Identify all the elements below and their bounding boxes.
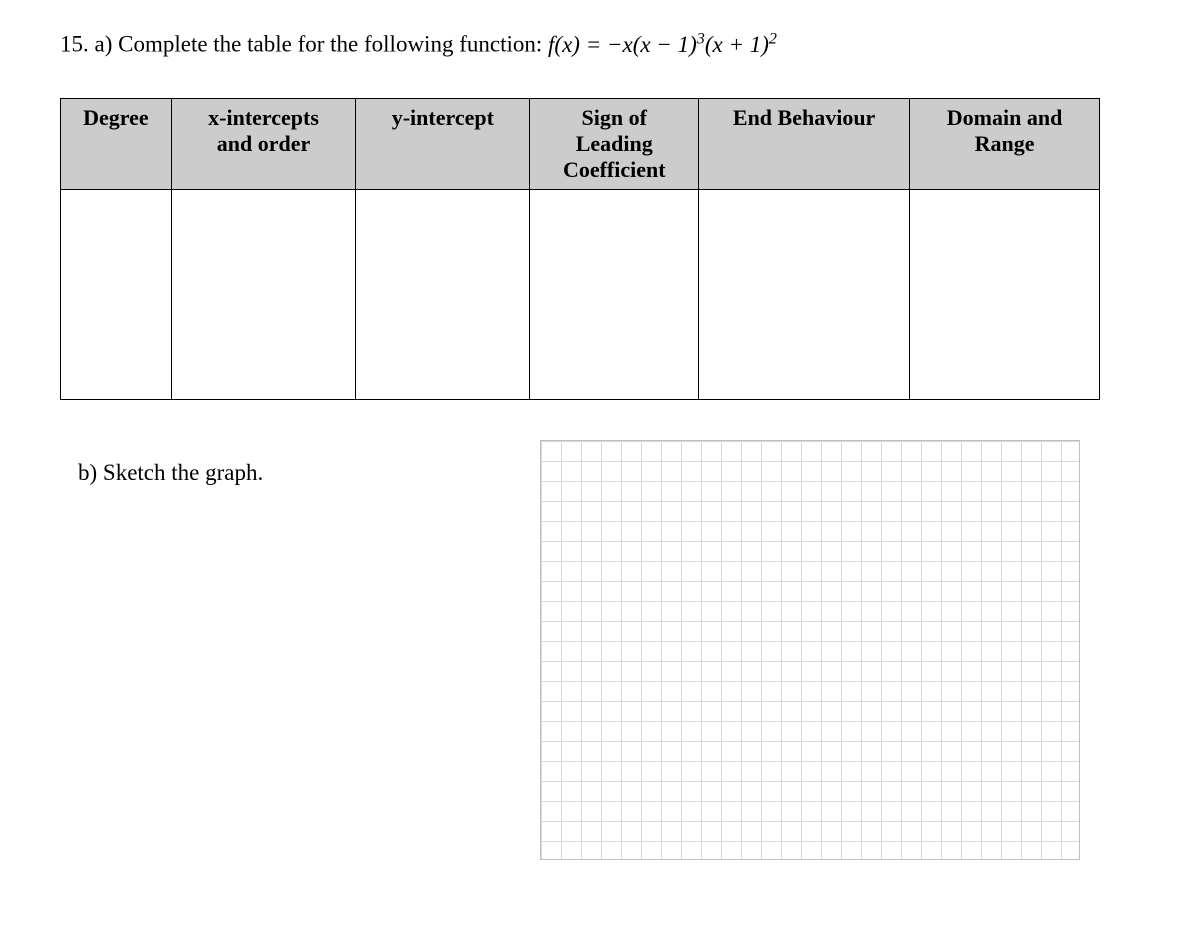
question-part-a: 15. a) Complete the table for the follow… <box>60 30 1140 58</box>
graph-grid <box>540 440 1080 860</box>
cell-x-intercepts <box>171 189 356 399</box>
cell-domain-range <box>910 189 1100 399</box>
cell-end-behaviour <box>699 189 910 399</box>
header-domain-line1: Domain and <box>947 105 1063 130</box>
analysis-table: Degree x-intercepts and order y-intercep… <box>60 98 1100 400</box>
graph-grid-wrap <box>540 440 1080 860</box>
header-sign-line3: Coefficient <box>563 157 666 182</box>
header-xint-line2: and order <box>217 131 311 156</box>
question-b-text: b) Sketch the graph. <box>78 460 263 485</box>
table-header-row: Degree x-intercepts and order y-intercep… <box>61 98 1100 189</box>
header-sign: Sign of Leading Coefficient <box>530 98 699 189</box>
table-row <box>61 189 1100 399</box>
header-degree: Degree <box>61 98 172 189</box>
question-part-b: b) Sketch the graph. <box>60 460 500 486</box>
header-y-intercept: y-intercept <box>356 98 530 189</box>
header-x-intercepts: x-intercepts and order <box>171 98 356 189</box>
part-b-row: b) Sketch the graph. <box>60 440 1140 860</box>
header-domain-line2: Range <box>975 131 1035 156</box>
header-end-behaviour: End Behaviour <box>699 98 910 189</box>
header-sign-line2: Leading <box>576 131 653 156</box>
header-end-text: End Behaviour <box>733 105 875 130</box>
cell-sign <box>530 189 699 399</box>
cell-degree <box>61 189 172 399</box>
function-expression: f(x) = −x(x − 1)3(x + 1)2 <box>548 32 777 57</box>
cell-y-intercept <box>356 189 530 399</box>
header-degree-text: Degree <box>83 105 149 130</box>
header-sign-line1: Sign of <box>582 105 647 130</box>
header-xint-line1: x-intercepts <box>208 105 319 130</box>
header-domain-range: Domain and Range <box>910 98 1100 189</box>
header-yint-text: y-intercept <box>392 105 494 130</box>
question-a-text: 15. a) Complete the table for the follow… <box>60 32 548 57</box>
